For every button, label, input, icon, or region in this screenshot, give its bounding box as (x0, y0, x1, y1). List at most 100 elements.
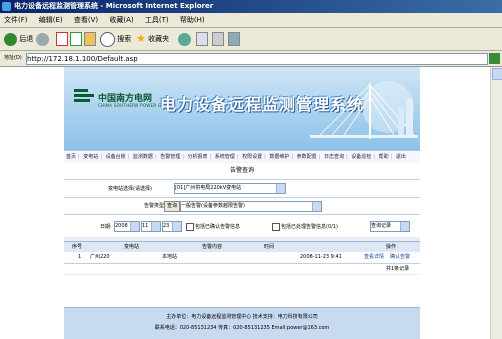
history-icon (178, 32, 191, 46)
chevron-down-icon (400, 222, 409, 231)
type-query-button[interactable]: 查询 (164, 201, 180, 212)
site-banner: 中国南方电网 CHINA SOUTHERN POWER GRID 电力设备远程监… (64, 67, 420, 150)
year-select[interactable]: 2008 (114, 221, 140, 232)
favorites-button[interactable]: ★ 收藏夹 (136, 31, 169, 47)
table-row: 1 广州220 本地站 2008-11-23 9:41 查看详情 确认告警 (64, 252, 420, 264)
footer-line-2: 联系电话：020-85131234 传真：020-85131235 Email:… (154, 325, 330, 331)
nav-params[interactable]: 参数配置 (297, 151, 317, 163)
home-button[interactable] (84, 31, 96, 47)
month-value: 11 (142, 223, 149, 229)
menu-bar: 文件(F) 编辑(E) 查看(V) 收藏(A) 工具(T) 帮助(H) (0, 13, 502, 28)
handled-label: 包括已处理告警信息(0/1) (281, 224, 338, 230)
search-icon (100, 31, 115, 47)
refresh-button[interactable] (70, 31, 82, 47)
station-select-value: [01]广州供电局220kV变电站 (175, 185, 242, 191)
filter-row-date: 日期: 2008 11 23 包括已确认告警信息 包括已处理告警信息(0/1) … (64, 214, 420, 237)
col-action: 操作 (386, 244, 397, 250)
address-label: 地址(D) (4, 55, 22, 61)
chevron-down-icon (151, 222, 160, 231)
menu-edit[interactable]: 编辑(E) (39, 16, 63, 24)
col-no: 序号 (72, 244, 83, 250)
row-station: 广州220 (90, 254, 110, 260)
menu-help[interactable]: 帮助(H) (180, 16, 205, 24)
alarm-type-value: 一般告警(设备参数越限告警) (181, 203, 245, 209)
browser-toolbar: 后退 搜索 ★ 收藏夹 (0, 28, 502, 51)
vertical-scrollbar[interactable] (490, 67, 502, 339)
menu-view[interactable]: 查看(V) (74, 16, 98, 24)
forward-button[interactable] (36, 31, 49, 47)
window-titlebar: 电力设备远程监测管理系统 - Microsoft Internet Explor… (0, 0, 502, 13)
day-value: 23 (163, 223, 170, 229)
day-select[interactable]: 23 (162, 221, 182, 232)
section-title: 告警查询 (64, 163, 420, 179)
home-icon (84, 32, 96, 46)
date-label: 日期: (100, 224, 112, 230)
col-time: 时间 (264, 244, 275, 250)
menu-file[interactable]: 文件(F) (4, 16, 28, 24)
nav-permission[interactable]: 权限设置 (242, 151, 262, 163)
nav-ledger[interactable]: 设备台账 (106, 151, 126, 163)
filter-row-type: 告警类型 查询 一般告警(设备参数越限告警) (64, 197, 420, 214)
nav-logout[interactable]: 退出 (396, 151, 406, 163)
nav-help[interactable]: 帮助 (379, 151, 389, 163)
address-input[interactable]: http://172.18.1.100/Default.asp (26, 53, 488, 65)
type-label: 告警类型 (144, 203, 165, 209)
menu-tools[interactable]: 工具(T) (145, 16, 169, 24)
go-button[interactable] (489, 53, 500, 64)
chevron-down-icon (130, 222, 139, 231)
station-label: 变电站选择(请选择) (108, 186, 152, 192)
handled-checkbox[interactable] (272, 223, 280, 231)
record-count: 共1条记录 (386, 266, 410, 272)
stop-icon (56, 32, 68, 46)
bridge-illustration (310, 81, 418, 139)
chevron-down-icon (276, 184, 285, 193)
table-footer: 共1条记录 (64, 264, 420, 274)
back-arrow-icon (4, 32, 17, 46)
browser-viewport: 中国南方电网 CHINA SOUTHERN POWER GRID 电力设备远程监… (0, 67, 490, 339)
alarm-type-select[interactable]: 一般告警(设备参数越限告警) (180, 201, 322, 212)
back-button[interactable]: 后退 (4, 31, 33, 47)
nav-alarm[interactable]: 告警管理 (160, 151, 180, 163)
query-records-select[interactable]: 查询记录 (370, 221, 410, 232)
mail-button[interactable] (196, 31, 208, 47)
main-nav: 首页 | 变电站 | 设备台账 | 监测数据 | 告警管理 | 分析报表 | 系统管理 | 权… (64, 150, 420, 164)
nav-report[interactable]: 分析报表 (187, 151, 207, 163)
search-button[interactable]: 搜索 (100, 31, 131, 47)
chevron-down-icon (312, 202, 321, 211)
row-no: 1 (78, 254, 82, 260)
footer-line-1: 主办单位：电力设备远程监测管理中心 技术支持：电力科技有限公司 (166, 314, 318, 320)
nav-inspection[interactable]: 设备巡检 (351, 151, 371, 163)
scroll-up-icon[interactable] (492, 68, 502, 80)
window-title: 电力设备远程监测管理系统 - Microsoft Internet Explor… (14, 2, 214, 10)
nav-system[interactable]: 系统管理 (215, 151, 235, 163)
view-detail-link[interactable]: 查看详情 (364, 252, 384, 263)
star-icon: ★ (136, 32, 146, 45)
csg-logo-icon (74, 89, 94, 105)
menu-favorites[interactable]: 收藏(A) (109, 16, 133, 24)
chevron-down-icon (172, 222, 181, 231)
nav-home[interactable]: 首页 (66, 151, 76, 163)
nav-monitor[interactable]: 监测数据 (133, 151, 153, 163)
row-time: 2008-11-23 9:41 (300, 254, 342, 260)
print-button[interactable] (212, 31, 224, 47)
confirm-alarm-link[interactable]: 确认告警 (390, 252, 410, 263)
history-button[interactable] (178, 31, 191, 47)
ie-icon (2, 2, 11, 11)
nav-substation[interactable]: 变电站 (83, 151, 98, 163)
col-station: 变电站 (124, 244, 140, 250)
row-content: 本地站 (162, 254, 178, 260)
station-select[interactable]: [01]广州供电局220kV变电站 (174, 183, 286, 194)
refresh-icon (70, 32, 82, 46)
confirmed-label: 包括已确认告警信息 (195, 224, 241, 230)
edit-button[interactable] (228, 31, 240, 47)
favorites-label: 收藏夹 (148, 35, 170, 43)
confirmed-checkbox[interactable] (186, 223, 194, 231)
nav-maintenance[interactable]: 数据维护 (269, 151, 289, 163)
nav-logs[interactable]: 日志查询 (324, 151, 344, 163)
address-bar: 地址(D) http://172.18.1.100/Default.asp (0, 51, 502, 67)
month-select[interactable]: 11 (141, 221, 161, 232)
back-label: 后退 (19, 35, 34, 43)
print-icon (212, 32, 224, 46)
stop-button[interactable] (56, 31, 68, 47)
year-value: 2008 (115, 223, 128, 229)
